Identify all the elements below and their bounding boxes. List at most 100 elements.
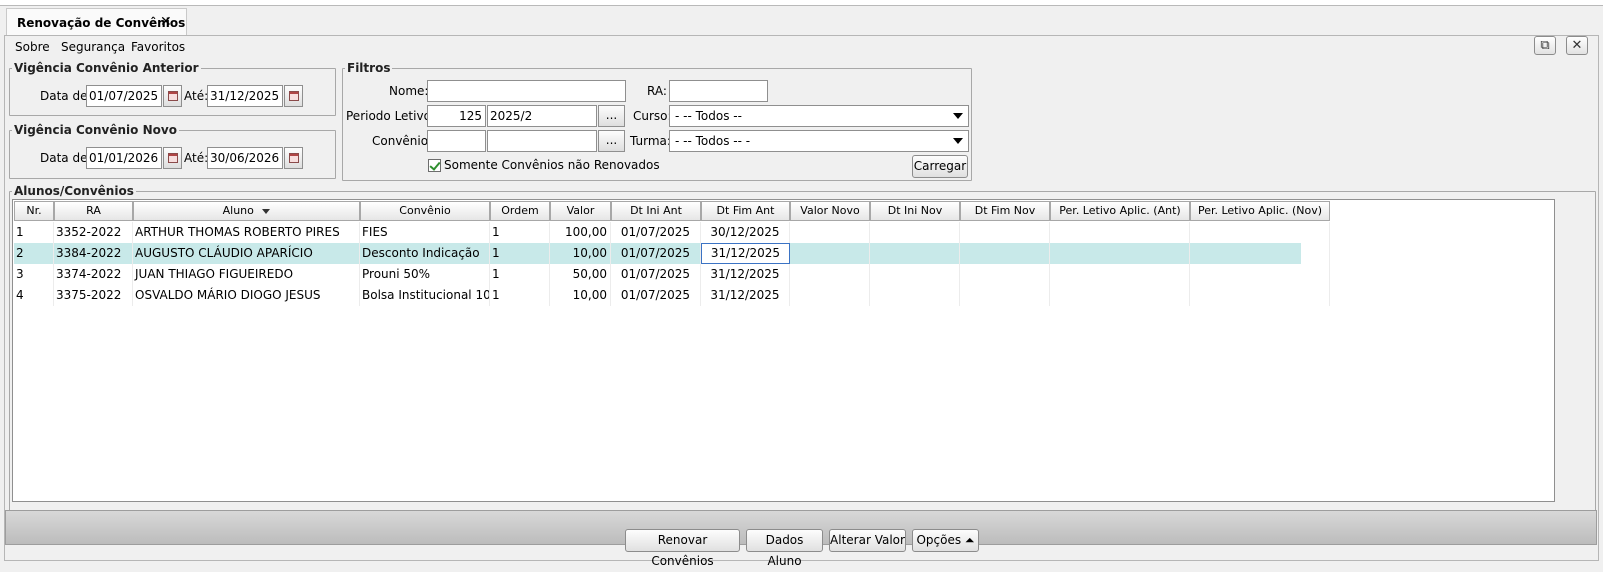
cell-per-ant xyxy=(1050,285,1190,306)
cell-convenio: Desconto Indicação xyxy=(360,243,490,264)
periodo-lookup-button[interactable]: ... xyxy=(598,105,625,127)
calendar-icon[interactable] xyxy=(163,147,182,169)
col-header-aluno-label: Aluno xyxy=(222,204,254,217)
periodo-code-input[interactable]: 125 xyxy=(427,105,486,127)
cell-dt-fim-nov[interactable] xyxy=(960,243,1050,264)
cell-valor-novo[interactable] xyxy=(790,264,870,285)
vig-ant-data-de-input[interactable]: 01/07/2025 xyxy=(86,85,162,107)
vig-ant-ate-label: Até: xyxy=(184,89,209,103)
cell-dt-fim-ant-focused[interactable]: 31/12/2025 xyxy=(701,243,790,264)
cell-ra: 3384-2022 xyxy=(54,243,133,264)
alterar-valor-button[interactable]: Alterar Valor xyxy=(829,529,906,552)
col-header-ra[interactable]: RA xyxy=(54,201,133,221)
menu-favoritos[interactable]: Favoritos xyxy=(131,40,185,54)
cell-valor-novo[interactable] xyxy=(790,243,870,264)
calendar-icon[interactable] xyxy=(284,147,303,169)
col-header-convenio[interactable]: Convênio xyxy=(360,201,490,221)
ra-input[interactable] xyxy=(669,80,768,102)
cell-dt-fim-nov[interactable] xyxy=(960,222,1050,243)
dados-aluno-button[interactable]: Dados Aluno xyxy=(746,529,823,568)
cell-valor: 100,00 xyxy=(550,222,611,243)
calendar-icon[interactable] xyxy=(163,85,182,107)
table-row[interactable]: 4 3375-2022 OSVALDO MÁRIO DIOGO JESUS Bo… xyxy=(14,285,1330,306)
cell-dt-ini-nov[interactable] xyxy=(870,285,960,306)
col-header-ordem[interactable]: Ordem xyxy=(490,201,550,221)
col-header-dt-ini-ant[interactable]: Dt Ini Ant xyxy=(611,201,701,221)
cell-per-nov xyxy=(1190,264,1330,285)
cell-dt-fim-ant: 31/12/2025 xyxy=(701,264,790,285)
tab-close-icon[interactable]: ✕ xyxy=(160,14,172,30)
nome-input[interactable] xyxy=(427,80,626,102)
table-row-selected[interactable]: 2 3384-2022 AUGUSTO CLÁUDIO APARÍCIO Des… xyxy=(14,243,1330,264)
menu-seguranca[interactable]: Segurança xyxy=(61,40,125,54)
vig-nov-data-de-label: Data de: xyxy=(40,151,92,165)
vig-ant-ate-input[interactable]: 31/12/2025 xyxy=(207,85,283,107)
popout-icon[interactable]: ⧉ xyxy=(1534,36,1556,55)
turma-select[interactable]: - -- Todos -- - xyxy=(669,130,969,152)
somente-nao-renovados-checkbox[interactable] xyxy=(428,159,441,172)
turma-value: - -- Todos -- - xyxy=(675,134,751,148)
col-header-aluno[interactable]: Aluno xyxy=(133,201,360,221)
cell-valor-novo[interactable] xyxy=(790,285,870,306)
curso-label: Curso: xyxy=(633,109,672,123)
renovar-convenios-button[interactable]: Renovar Convênios xyxy=(625,529,740,568)
calendar-icon[interactable] xyxy=(284,85,303,107)
col-header-dt-fim-ant[interactable]: Dt Fim Ant xyxy=(701,201,790,221)
convenio-label: Convênio: xyxy=(372,134,433,148)
curso-value: - -- Todos -- xyxy=(675,109,742,123)
curso-select[interactable]: - -- Todos -- xyxy=(669,105,969,127)
col-header-dt-fim-nov[interactable]: Dt Fim Nov xyxy=(960,201,1050,221)
cell-aluno: AUGUSTO CLÁUDIO APARÍCIO xyxy=(133,243,360,264)
carregar-button[interactable]: Carregar xyxy=(912,155,968,178)
cell-dt-ini-nov[interactable] xyxy=(870,243,960,264)
alunos-convenios-legend: Alunos/Convênios xyxy=(14,184,134,198)
menu-sobre[interactable]: Sobre xyxy=(15,40,50,54)
cell-aluno: ARTHUR THOMAS ROBERTO PIRES xyxy=(133,222,360,243)
vig-nov-ate-input[interactable]: 30/06/2026 xyxy=(207,147,283,169)
cell-per-nov xyxy=(1190,243,1330,264)
cell-valor: 10,00 xyxy=(550,285,611,306)
convenio-code-input[interactable] xyxy=(427,130,486,152)
convenio-lookup-button[interactable]: ... xyxy=(598,130,625,152)
cell-ordem: 1 xyxy=(490,285,550,306)
periodo-label: Periodo Letivo: xyxy=(346,109,435,123)
vigencia-novo-legend: Vigência Convênio Novo xyxy=(14,123,177,137)
table-row[interactable]: 1 3352-2022 ARTHUR THOMAS ROBERTO PIRES … xyxy=(14,222,1330,243)
cell-ra: 3374-2022 xyxy=(54,264,133,285)
cell-dt-fim-nov[interactable] xyxy=(960,285,1050,306)
col-header-valor-novo[interactable]: Valor Novo xyxy=(790,201,870,221)
cell-dt-fim-ant: 30/12/2025 xyxy=(701,222,790,243)
cell-dt-ini-nov[interactable] xyxy=(870,264,960,285)
periodo-input[interactable]: 2025/2 xyxy=(487,105,597,127)
cell-per-ant xyxy=(1050,264,1190,285)
cell-dt-ini-ant: 01/07/2025 xyxy=(611,243,701,264)
vig-nov-ate-label: Até: xyxy=(184,151,209,165)
tab-renovacao-convenios[interactable]: Renovação de Convênios ✕ xyxy=(6,8,187,36)
col-header-nr[interactable]: Nr. xyxy=(14,201,54,221)
col-header-per-letivo-ant[interactable]: Per. Letivo Aplic. (Ant) xyxy=(1050,201,1190,221)
table-row[interactable]: 3 3374-2022 JUAN THIAGO FIGUEIREDO Proun… xyxy=(14,264,1330,285)
cell-ordem: 1 xyxy=(490,264,550,285)
cell-dt-fim-ant: 31/12/2025 xyxy=(701,285,790,306)
cell-nr: 3 xyxy=(14,264,54,285)
chevron-down-icon xyxy=(953,138,963,144)
cell-ra: 3375-2022 xyxy=(54,285,133,306)
cell-per-nov xyxy=(1190,222,1330,243)
cell-dt-ini-nov[interactable] xyxy=(870,222,960,243)
close-window-icon[interactable]: ✕ xyxy=(1566,36,1588,55)
alunos-table[interactable]: Nr. RA Aluno Convênio Ordem Valor Dt Ini… xyxy=(12,199,1555,502)
vig-nov-data-de-input[interactable]: 01/01/2026 xyxy=(86,147,162,169)
col-header-valor[interactable]: Valor xyxy=(550,201,611,221)
col-header-per-letivo-nov[interactable]: Per. Letivo Aplic. (Nov) xyxy=(1190,201,1330,221)
opcoes-button[interactable]: Opções ⏶ xyxy=(912,529,979,552)
col-header-dt-ini-nov[interactable]: Dt Ini Nov xyxy=(870,201,960,221)
cell-dt-fim-nov[interactable] xyxy=(960,264,1050,285)
sort-descending-icon xyxy=(262,208,271,214)
chevron-down-icon xyxy=(953,113,963,119)
cell-convenio: Bolsa Institucional 10% xyxy=(360,285,490,306)
cell-per-ant xyxy=(1050,222,1190,243)
convenio-input[interactable] xyxy=(487,130,597,152)
vig-ant-data-de-label: Data de: xyxy=(40,89,92,103)
cell-valor-novo[interactable] xyxy=(790,222,870,243)
cell-valor: 50,00 xyxy=(550,264,611,285)
